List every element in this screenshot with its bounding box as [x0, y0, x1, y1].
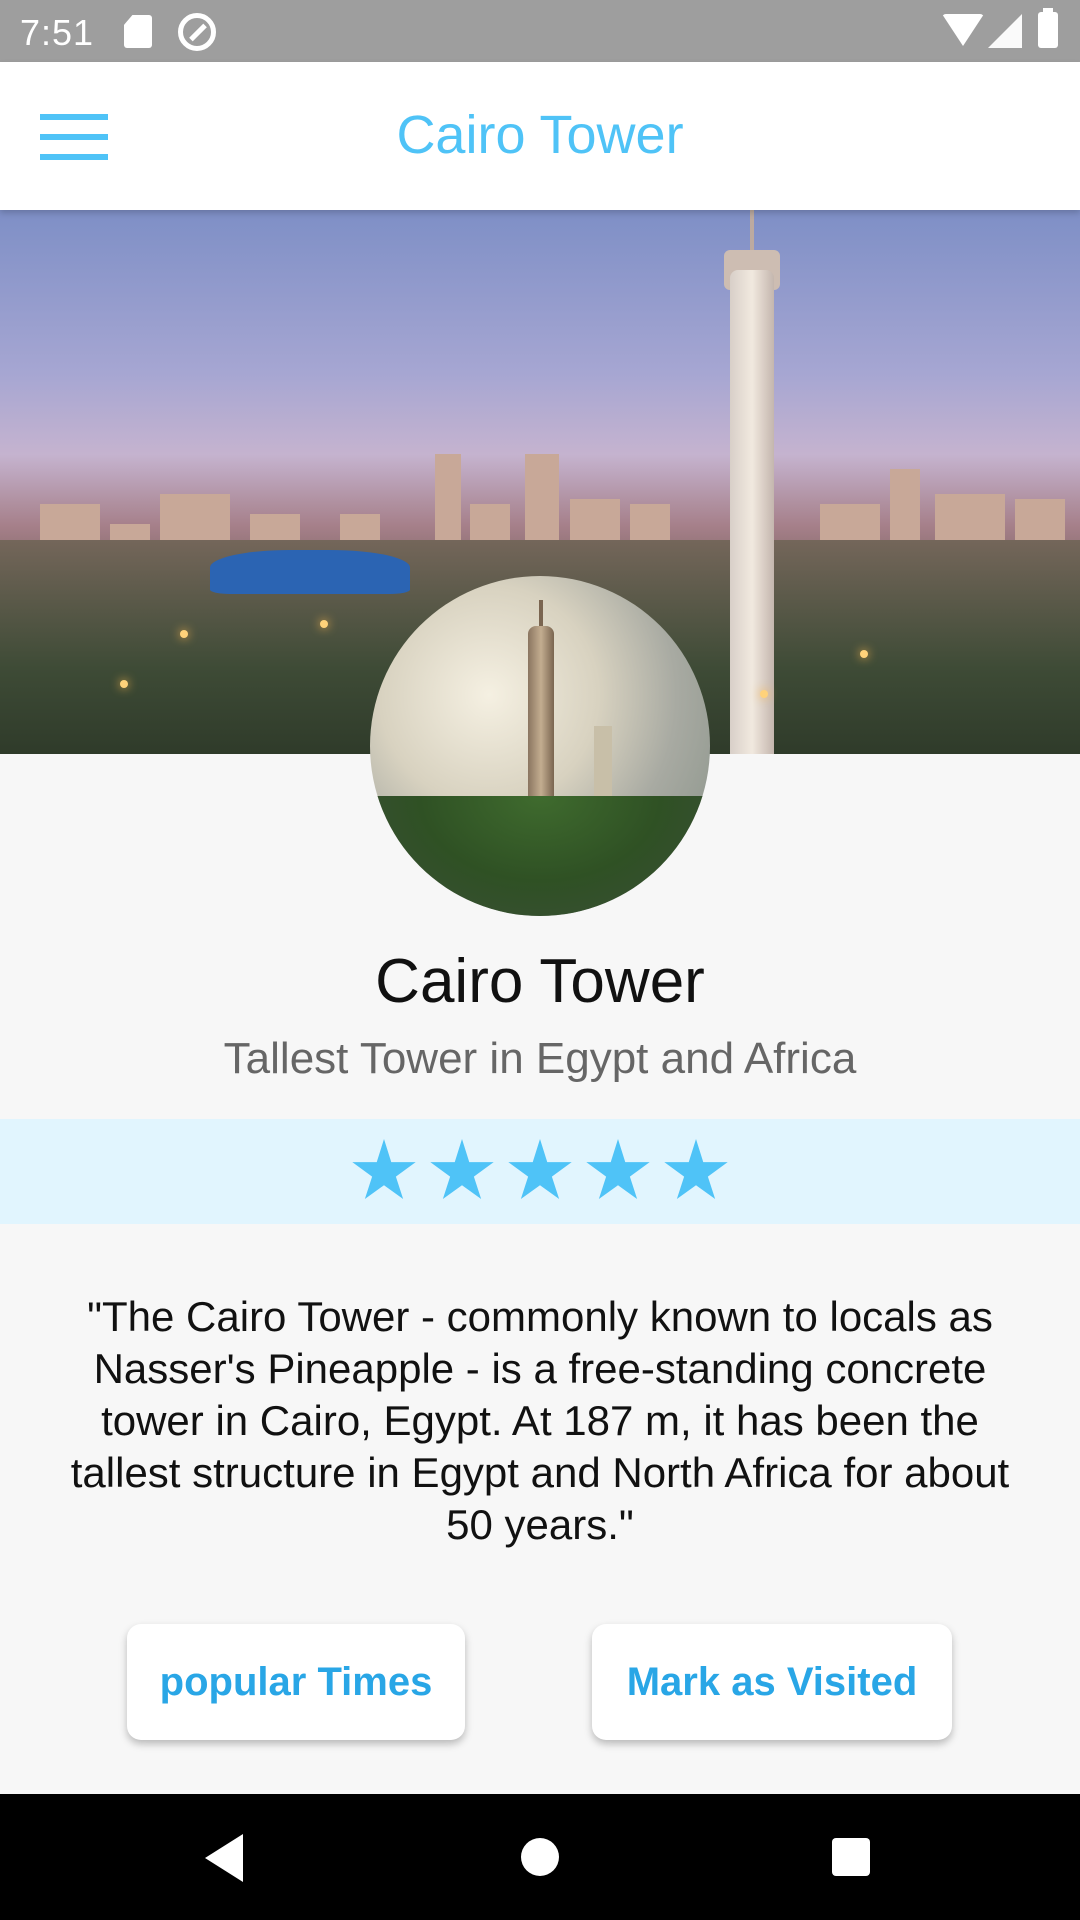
back-icon[interactable] — [205, 1834, 243, 1882]
sd-card-icon — [124, 15, 152, 48]
mark-as-visited-button[interactable]: Mark as Visited — [592, 1624, 952, 1740]
place-avatar — [370, 576, 710, 916]
place-subtitle: Tallest Tower in Egypt and Africa — [223, 1034, 857, 1083]
wifi-icon — [942, 14, 984, 46]
star-icon — [586, 1139, 650, 1200]
place-title: Cairo Tower — [375, 947, 705, 1016]
rating-band — [0, 1119, 1080, 1224]
star-rating — [0, 1139, 1080, 1205]
status-bar: 7:51 — [0, 0, 1080, 62]
star-icon — [430, 1139, 494, 1200]
star-icon — [664, 1139, 728, 1200]
recents-icon[interactable] — [832, 1838, 870, 1876]
place-description: "The Cairo Tower - commonly known to loc… — [70, 1293, 1010, 1548]
signal-icon — [988, 14, 1022, 48]
home-icon[interactable] — [521, 1838, 559, 1876]
sync-icon — [178, 13, 216, 51]
popular-times-button[interactable]: popular Times — [127, 1624, 465, 1740]
app-title: Cairo Tower — [396, 105, 684, 165]
status-time: 7:51 — [20, 12, 95, 53]
navigation-bar — [0, 1794, 1080, 1920]
app-bar: Cairo Tower — [0, 62, 1080, 210]
star-icon — [352, 1139, 416, 1200]
star-icon — [508, 1139, 572, 1200]
battery-icon — [1038, 8, 1058, 48]
